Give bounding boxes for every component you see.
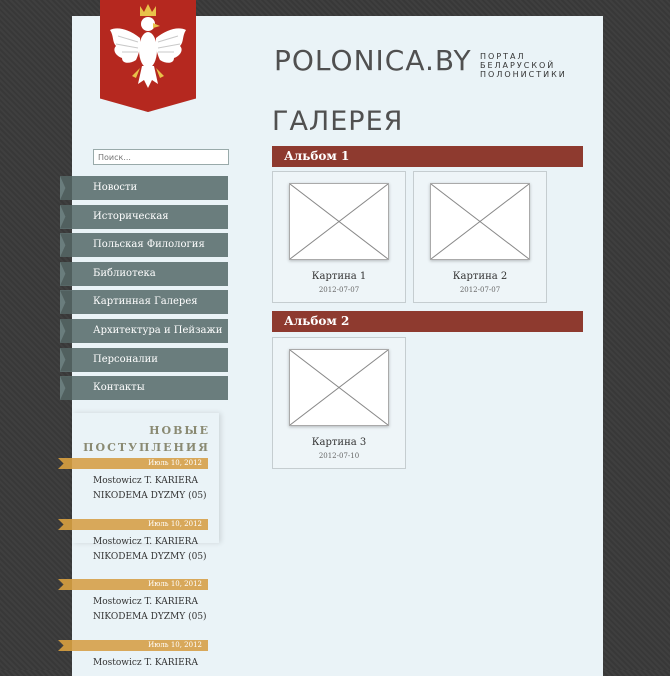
nav-tab-icon [60,261,72,286]
post-date: Июль 10, 2012 [72,519,208,530]
nav-item-persons[interactable]: Персоналии [60,347,228,372]
picture-date: 2012-07-10 [318,452,360,460]
main-nav: Новости Историческая Полонистика Польска… [60,176,228,405]
post-date: Июль 10, 2012 [72,579,208,590]
site-tagline: ПОРТАЛ БЕЛАРУСКОЙ ПОЛОНИСТИКИ [480,52,567,79]
nav-item-architecture[interactable]: Архитектура и Пейзажи [60,318,228,343]
picture-title[interactable]: Картина 2 [414,271,546,282]
gallery-card[interactable]: Картина 3 2012-07-10 [272,337,406,469]
nav-tab-icon [60,376,72,401]
picture-date: 2012-07-07 [318,286,360,294]
new-arrivals-title: НОВЫЕ ПОСТУПЛЕНИЯ [83,424,210,454]
nav-item-gallery[interactable]: Картинная Галерея [60,290,228,315]
ribbon-icon [58,458,72,469]
nav-tab-icon [60,347,72,372]
image-placeholder-icon[interactable] [289,349,389,426]
picture-date: 2012-07-07 [459,286,501,294]
post-link[interactable]: Mostowicz T. KARIERA NIKODEMA DYZMY (05) [93,535,213,565]
nav-item-contacts[interactable]: Контакты [60,376,228,401]
nav-item-historical[interactable]: Историческая Полонистика [60,204,228,246]
ribbon-icon [58,519,72,530]
nav-item-news[interactable]: Новости [60,176,228,200]
coat-of-arms-logo[interactable] [100,0,196,112]
ribbon-icon [58,640,72,651]
post-link[interactable]: Mostowicz T. KARIERA NIKODEMA DYZMY (05) [93,474,213,504]
white-eagle-icon [110,4,186,88]
search-input[interactable] [93,149,229,165]
post-date: Июль 10, 2012 [72,458,208,469]
picture-title[interactable]: Картина 3 [273,437,405,448]
album-title-1[interactable]: Альбом 1 [272,146,583,167]
nav-tab-icon [60,204,72,229]
nav-tab-icon [60,318,72,343]
nav-tab-icon [60,290,72,315]
post-date: Июль 10, 2012 [72,640,208,651]
album-title-2[interactable]: Альбом 2 [272,311,583,332]
site-title[interactable]: POLONICA.BY [274,44,472,77]
nav-tab-icon [60,233,72,258]
image-placeholder-icon[interactable] [289,183,389,260]
image-placeholder-icon[interactable] [430,183,530,260]
nav-item-library[interactable]: Библиотека [60,261,228,286]
picture-title[interactable]: Картина 1 [273,271,405,282]
gallery-card[interactable]: Картина 2 2012-07-07 [413,171,547,303]
nav-item-philology[interactable]: Польская Филология [60,233,228,258]
page-title: ГАЛЕРЕЯ [272,106,404,137]
nav-tab-icon [60,176,72,200]
post-link[interactable]: Mostowicz T. KARIERA NIKODEMA DYZMY (05) [93,595,213,625]
ribbon-icon [58,579,72,590]
post-link[interactable]: Mostowicz T. KARIERA [93,656,213,671]
gallery-card[interactable]: Картина 1 2012-07-07 [272,171,406,303]
